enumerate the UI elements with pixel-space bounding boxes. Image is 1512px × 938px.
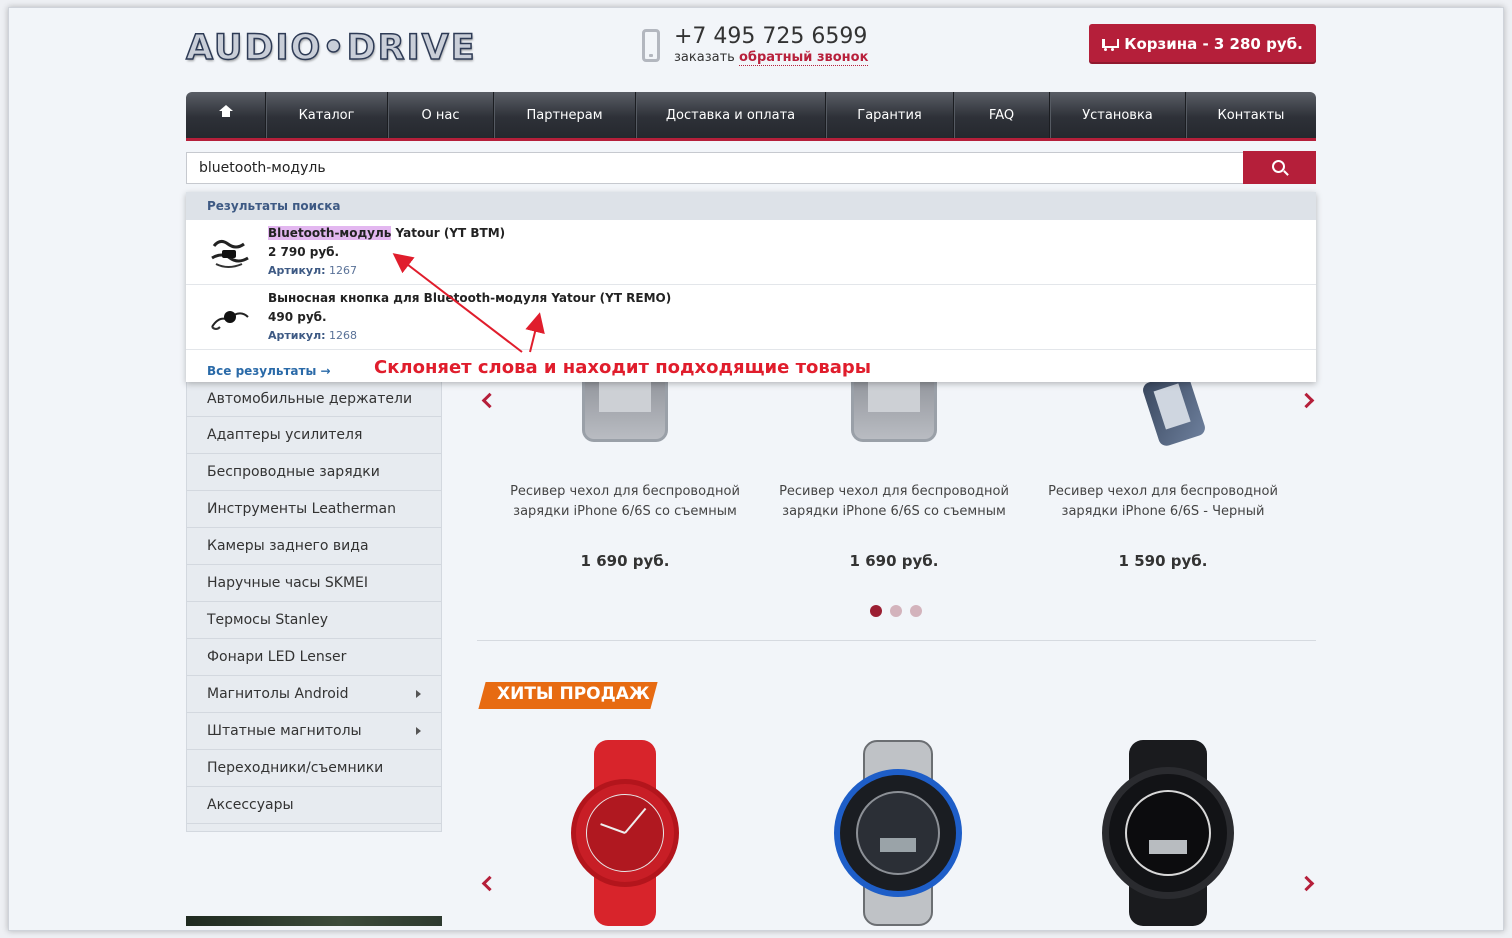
search-result-item[interactable]: Bluetooth-модуль Yatour (YT BTM) 2 790 р…	[186, 220, 1316, 285]
search-result-item[interactable]: Выносная кнопка для Bluetooth-модуля Yat…	[186, 285, 1316, 350]
product-price: 1 690 руб.	[580, 552, 670, 570]
site-logo[interactable]: AUDIO•DRIVE	[185, 27, 477, 69]
nav-item-installation[interactable]: Установка	[1050, 92, 1186, 138]
product-image[interactable]	[1098, 740, 1238, 926]
search-results-dropdown: Результаты поиска Bluetooth-модуль Yatou…	[186, 192, 1316, 382]
sidebar-item-rear-cameras[interactable]: Камеры заднего вида	[187, 528, 441, 565]
annotation-text: Склоняет слова и находит подходящие това…	[374, 357, 872, 378]
phone-icon	[642, 29, 660, 62]
product-name[interactable]: Ресивер чехол для беспроводной зарядки i…	[1043, 482, 1283, 522]
search-result-price: 2 790 руб.	[268, 245, 340, 259]
sidebar-item-label: Аксессуары	[207, 797, 294, 813]
section-divider	[477, 640, 1316, 641]
sidebar-item-label: Камеры заднего вида	[207, 538, 369, 554]
search-result-sku: Артикул: 1268	[268, 329, 357, 342]
sidebar-banner[interactable]	[186, 916, 442, 926]
sidebar-item-label: Магнитолы Android	[207, 686, 349, 702]
caret-right-icon	[416, 690, 421, 698]
sku-label: Артикул:	[268, 264, 326, 277]
sidebar-item-car-holders[interactable]: Автомобильные держатели	[187, 381, 441, 417]
sidebar-item-adapters[interactable]: Переходники/съемники	[187, 750, 441, 787]
search-result-highlight: Bluetooth-модуль	[268, 226, 392, 240]
cart-icon	[1102, 38, 1120, 51]
sidebar-item-android-radios[interactable]: Магнитолы Android	[187, 676, 441, 713]
product-price: 1 590 руб.	[1118, 552, 1208, 570]
sidebar-item-leatherman[interactable]: Инструменты Leatherman	[187, 491, 441, 528]
remote-button-thumbnail	[211, 311, 249, 330]
nav-item-delivery[interactable]: Доставка и оплата	[636, 92, 826, 138]
carousel-dots	[870, 605, 922, 617]
search-result-sku: Артикул: 1267	[268, 264, 357, 277]
sidebar-item-stanley[interactable]: Термосы Stanley	[187, 602, 441, 639]
search-results-heading: Результаты поиска	[186, 192, 1316, 220]
bluetooth-module-thumbnail	[211, 239, 249, 268]
callback-prefix: заказать	[674, 50, 735, 65]
sku-label: Артикул:	[268, 329, 326, 342]
sidebar-item-skmei-watches[interactable]: Наручные часы SKMEI	[187, 565, 441, 602]
sku-value: 1267	[325, 264, 358, 277]
callback-link[interactable]: обратный звонок	[738, 50, 869, 66]
main-nav: Каталог О нас Партнерам Доставка и оплат…	[186, 92, 1316, 141]
product-image[interactable]	[565, 740, 685, 926]
sidebar-item-label: Адаптеры усилителя	[207, 427, 363, 443]
search-result-name[interactable]: Bluetooth-модуль Yatour (YT BTM)	[268, 226, 505, 240]
sidebar-item-label: Беспроводные зарядки	[207, 464, 380, 480]
cart-label: Корзина - 3 280 руб.	[1124, 35, 1303, 53]
sidebar-item-label: Термосы Stanley	[207, 612, 328, 628]
carousel-dot[interactable]	[910, 605, 922, 617]
nav-home[interactable]	[186, 92, 266, 138]
product-name[interactable]: Ресивер чехол для беспроводной зарядки i…	[774, 482, 1014, 522]
nav-item-contacts[interactable]: Контакты	[1186, 92, 1316, 138]
sidebar-item-label: Автомобильные держатели	[207, 390, 413, 407]
search-button[interactable]	[1243, 151, 1316, 184]
search-result-name-rest: Yatour (YT BTM)	[391, 226, 506, 240]
carousel-dot[interactable]	[890, 605, 902, 617]
callback-line: заказать обратный звонок	[674, 50, 869, 66]
phone-number: +7 495 725 6599	[674, 24, 868, 49]
search-result-price: 490 руб.	[268, 310, 327, 324]
sku-value: 1268	[325, 329, 358, 342]
product-price: 1 690 руб.	[849, 552, 939, 570]
sidebar-item-amp-adapters[interactable]: Адаптеры усилителя	[187, 417, 441, 454]
sidebar-item-label: Фонари LED Lenser	[207, 649, 347, 665]
sidebar-item-accessories[interactable]: Аксессуары	[187, 787, 441, 824]
search-result-name[interactable]: Выносная кнопка для Bluetooth-модуля Yat…	[268, 291, 671, 305]
category-sidebar: Автомобильные держатели Адаптеры усилите…	[186, 380, 442, 832]
nav-item-about[interactable]: О нас	[388, 92, 494, 138]
sidebar-item-label: Штатные магнитолы	[207, 723, 362, 739]
cart-button[interactable]: Корзина - 3 280 руб.	[1089, 24, 1316, 64]
sidebar-item-label: Наручные часы SKMEI	[207, 575, 368, 591]
search-input[interactable]: bluetooth-модуль	[186, 152, 1244, 184]
nav-item-partners[interactable]: Партнерам	[494, 92, 636, 138]
search-icon	[1272, 160, 1285, 173]
sidebar-item-oem-radios[interactable]: Штатные магнитолы	[187, 713, 441, 750]
product-image[interactable]	[830, 740, 966, 926]
nav-item-warranty[interactable]: Гарантия	[826, 92, 954, 138]
nav-item-catalog[interactable]: Каталог	[266, 92, 388, 138]
all-results-link[interactable]: Все результаты →	[207, 364, 331, 378]
sidebar-item-wireless-chargers[interactable]: Беспроводные зарядки	[187, 454, 441, 491]
sidebar-item-label: Инструменты Leatherman	[207, 501, 396, 517]
caret-right-icon	[416, 727, 421, 735]
product-name[interactable]: Ресивер чехол для беспроводной зарядки i…	[505, 482, 745, 522]
carousel-dot[interactable]	[870, 605, 882, 617]
product-image[interactable]	[582, 372, 668, 442]
hits-title: ХИТЫ ПРОДАЖ	[497, 684, 650, 704]
nav-item-faq[interactable]: FAQ	[954, 92, 1050, 138]
product-image[interactable]	[851, 372, 937, 442]
home-icon	[218, 105, 233, 120]
sidebar-item-led-lenser[interactable]: Фонари LED Lenser	[187, 639, 441, 676]
sidebar-item-label: Переходники/съемники	[207, 760, 384, 776]
